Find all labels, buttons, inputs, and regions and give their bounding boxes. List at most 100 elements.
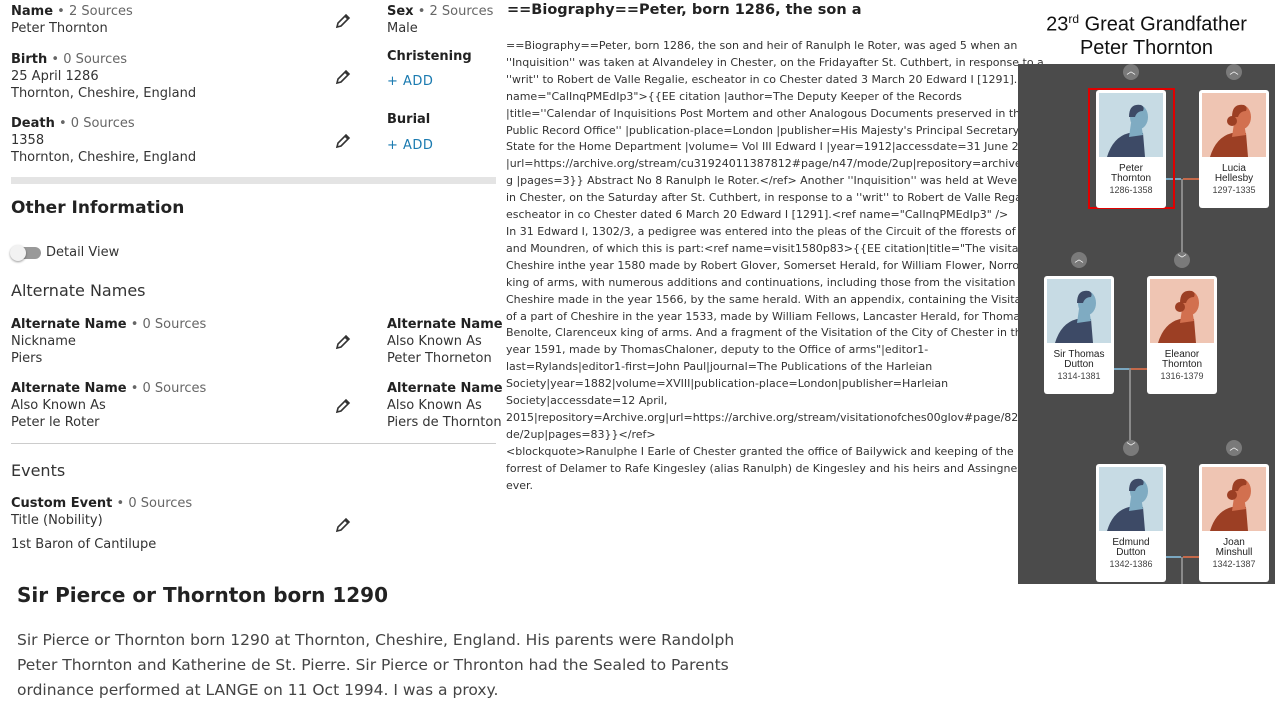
expand-ancestors-chevron-up-icon[interactable]: ︿ <box>1226 64 1242 80</box>
detail-view-label: Detail View <box>46 245 120 260</box>
expand-descendants-chevron-down-icon[interactable]: ﹀ <box>1174 252 1190 268</box>
person-card[interactable]: Lucia Hellesby 1297-1335 <box>1199 90 1269 208</box>
expand-descendants-chevron-down-icon[interactable]: ﹀ <box>1123 440 1139 456</box>
person-lifespan: 1297-1335 <box>1212 185 1256 195</box>
person-name: Sir Thomas Dutton <box>1044 350 1114 370</box>
expand-ancestors-chevron-up-icon[interactable]: ︿ <box>1226 440 1242 456</box>
biography-line: Benolte, Clarenceux king of arms. And a … <box>506 326 1029 340</box>
alt-name-label: Alternate Name <box>387 317 503 332</box>
edit-event-pencil-icon[interactable] <box>334 516 352 534</box>
expand-ancestors-chevron-up-icon[interactable]: ︿ <box>1071 252 1087 268</box>
person-last-name: Dutton <box>1116 547 1146 558</box>
alt-name-type: Also Known As <box>387 398 482 413</box>
sex-value: Male <box>387 21 418 36</box>
alt-name-value: Peter le Roter <box>11 415 100 430</box>
biography-line: 2015|repository=Archive.org|url=https://… <box>506 410 1040 424</box>
male-avatar-icon <box>1099 93 1163 157</box>
male-avatar-icon <box>1099 467 1163 531</box>
biography-line: Cheshire inthe year 1580 made by Robert … <box>506 258 1026 272</box>
person-lifespan: 1286-1358 <box>1109 185 1153 195</box>
biography-line: escheator in co Chester dated 6 March 20… <box>506 208 1009 222</box>
events-heading: Events <box>11 461 66 480</box>
male-avatar-icon <box>1047 279 1111 343</box>
note-title: Sir Pierce or Thornton born 1290 <box>17 583 388 607</box>
person-last-name: Dutton <box>1064 359 1094 370</box>
alt-name-type: Also Known As <box>11 398 106 413</box>
person-lifespan: 1342-1386 <box>1109 559 1153 569</box>
section-divider <box>11 443 496 444</box>
alt-name-value: Piers de Thornton <box>387 415 502 430</box>
person-card[interactable]: Edmund Dutton 1342-1386 <box>1096 464 1166 582</box>
person-name: Eleanor Thornton <box>1147 350 1217 370</box>
person-last-name: Thornton <box>1110 173 1152 184</box>
alt-name-label: Alternate Name • 0 Sources <box>11 317 207 332</box>
birth-date: 25 April 1286 <box>11 69 99 84</box>
person-lifespan: 1342-1387 <box>1212 559 1256 569</box>
biography-line: ==Biography==Peter, born 1286, the son a… <box>506 39 1018 52</box>
alt-name-label: Alternate Name • 0 Sources <box>11 381 207 396</box>
biography-title: ==Biography==Peter, born 1286, the son a <box>507 2 862 18</box>
person-card[interactable]: Sir Thomas Dutton 1314-1381 <box>1044 276 1114 394</box>
connector-line <box>1181 557 1183 584</box>
detail-view-toggle[interactable] <box>10 245 41 261</box>
death-label: Death • 0 Sources <box>11 116 135 131</box>
name-value: Peter Thornton <box>11 21 108 36</box>
person-card[interactable]: Joan Minshull 1342-1387 <box>1199 464 1269 582</box>
edit-alt-name-pencil-icon[interactable] <box>334 397 352 415</box>
biography-line: In 31 Edward I, 1302/3, a pedigree was e… <box>506 224 1047 238</box>
edit-birth-pencil-icon[interactable] <box>334 68 352 86</box>
edit-name-pencil-icon[interactable] <box>334 12 352 30</box>
female-avatar-icon <box>1202 93 1266 157</box>
add-burial-button[interactable]: + ADD <box>387 138 433 153</box>
alt-name-type: Nickname <box>11 334 76 349</box>
note-line: ordinance performed at LANGE on 11 Oct 1… <box>17 681 499 699</box>
person-name: Joan Minshull <box>1199 538 1269 558</box>
biography-line: Society|year=1882|volume=XVIII|publicati… <box>506 377 949 391</box>
biography-text: ==Biography==Peter, born 1286, the son a… <box>506 38 1054 494</box>
biography-line: last=Rylands|editor1-first=John Paul|jou… <box>506 360 933 374</box>
connector-line <box>1129 368 1131 444</box>
connector-line <box>1114 368 1129 370</box>
biography-line: year 1591, made by ThomasChaloner, deput… <box>506 343 929 357</box>
biography-line: Cheshire made in the year 1566, by the s… <box>506 292 1043 306</box>
alternate-names-heading: Alternate Names <box>11 281 146 300</box>
alt-name-value: Peter Thorneton <box>387 351 492 366</box>
connector-line <box>1181 179 1183 255</box>
edit-death-pencil-icon[interactable] <box>334 132 352 150</box>
section-divider <box>11 177 496 184</box>
expand-ancestors-chevron-up-icon[interactable]: ︿ <box>1123 64 1139 80</box>
other-information-heading: Other Information <box>11 198 185 218</box>
person-last-name: Hellesby <box>1214 173 1254 184</box>
biography-line: ''Inquisition'' was taken at Alvandeley … <box>506 55 1044 69</box>
connector-line <box>1183 178 1199 180</box>
add-christening-button[interactable]: + ADD <box>387 74 433 89</box>
female-avatar-icon <box>1202 467 1266 531</box>
death-place: Thornton, Cheshire, England <box>11 150 197 165</box>
edit-alt-name-pencil-icon[interactable] <box>334 333 352 351</box>
biography-line: ever. <box>506 478 534 492</box>
connector-line <box>1131 368 1147 370</box>
biography-line: Society|accessdate=12 April, <box>506 394 668 408</box>
biography-line: de/2up|pages=83}}</ref> <box>506 427 656 441</box>
person-name: Edmund Dutton <box>1096 538 1166 558</box>
person-card[interactable]: Eleanor Thornton 1316-1379 <box>1147 276 1217 394</box>
custom-event-type: Title (Nobility) <box>11 513 103 528</box>
person-name: Lucia Hellesby <box>1199 164 1269 184</box>
female-avatar-icon <box>1150 279 1214 343</box>
person-lifespan: 1314-1381 <box>1057 371 1101 381</box>
person-last-name: Minshull <box>1215 547 1253 558</box>
biography-line: in Chester, on the Saturday after St. Cu… <box>506 191 1039 205</box>
biography-line: |title=''Calendar of Inquisitions Post M… <box>506 106 1027 120</box>
note-line: Peter Thornton and Katherine de St. Pier… <box>17 656 729 674</box>
person-card[interactable]: Peter Thornton 1286-1358 <box>1096 90 1166 208</box>
christening-label: Christening <box>387 49 472 64</box>
alt-name-value: Piers <box>11 351 43 366</box>
name-label: Name • 2 Sources <box>11 4 133 19</box>
birth-label: Birth • 0 Sources <box>11 52 128 67</box>
note-body: Sir Pierce or Thornton born 1290 at Thor… <box>17 628 734 703</box>
custom-event-value: 1st Baron of Cantilupe <box>11 537 157 552</box>
biography-line: king of arms, with numerous additions an… <box>506 275 1030 289</box>
connector-line <box>1183 556 1199 558</box>
biography-line: of a part of Cheshire in the year 1533, … <box>506 309 1026 323</box>
biography-line: and Moundren, of which this is part:<ref… <box>506 241 1054 255</box>
